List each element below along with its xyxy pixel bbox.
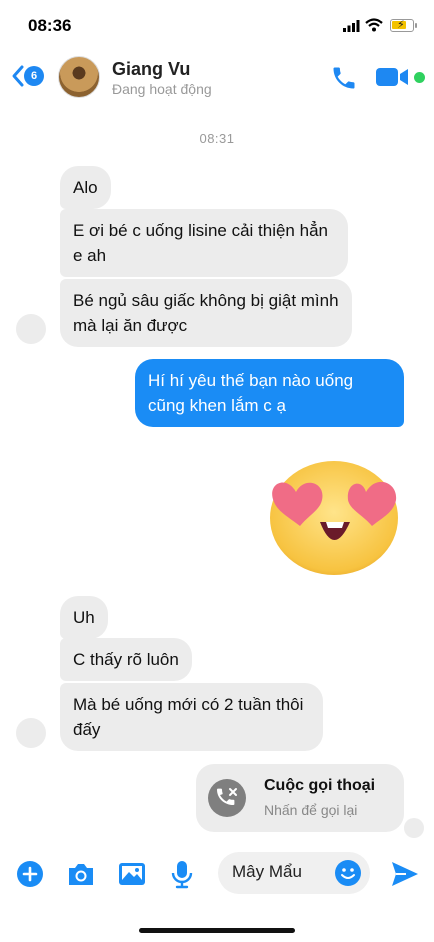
- contact-name[interactable]: Giang Vu: [112, 59, 190, 80]
- message-timestamp: 08:31: [199, 131, 235, 146]
- incoming-message[interactable]: Uh: [60, 596, 108, 639]
- online-indicator: [414, 72, 425, 83]
- battery-icon: ⚡: [390, 19, 417, 32]
- incoming-message[interactable]: C thấy rõ luôn: [60, 638, 192, 681]
- call-card-title: Cuộc gọi thoại: [264, 777, 376, 794]
- incoming-message[interactable]: E ơi bé c uống lisine cải thiện hẳn e ah: [60, 209, 348, 277]
- camera-icon[interactable]: [66, 860, 96, 888]
- cellular-signal-icon: [343, 20, 360, 32]
- incoming-message[interactable]: Bé ngủ sâu giấc không bị giật mình mà lạ…: [60, 279, 352, 347]
- incoming-message[interactable]: Mà bé uống mới có 2 tuần thôi đấy: [60, 683, 323, 751]
- sender-avatar: [16, 314, 46, 344]
- smile-icon[interactable]: [334, 859, 362, 887]
- call-card-subtitle: Nhấn để gọi lại: [264, 802, 358, 818]
- message-input-text: Mây Mẩu: [232, 862, 302, 881]
- video-call-icon[interactable]: [376, 66, 410, 88]
- presence-status: Đang hoạt động: [112, 81, 212, 97]
- outgoing-message[interactable]: Hí hí yêu thế bạn nào uống cũng khen lắm…: [135, 359, 404, 427]
- wifi-icon: [365, 18, 383, 32]
- send-icon[interactable]: [390, 860, 420, 888]
- read-receipt-avatar: [404, 818, 424, 838]
- sender-avatar: [16, 718, 46, 748]
- missed-call-icon: [208, 779, 246, 817]
- chat-header: 6 Giang Vu Đang hoạt động: [0, 52, 434, 106]
- unread-badge: 6: [24, 66, 44, 86]
- contact-avatar[interactable]: [58, 56, 100, 98]
- missed-call-card[interactable]: Cuộc gọi thoại Nhấn để gọi lại: [196, 764, 404, 832]
- home-indicator: [139, 928, 295, 933]
- image-icon[interactable]: [117, 860, 147, 888]
- phone-call-icon[interactable]: [330, 64, 358, 92]
- back-button[interactable]: 6: [10, 64, 44, 88]
- message-composer: Mây Mẩu: [0, 846, 434, 902]
- message-input[interactable]: Mây Mẩu: [218, 852, 370, 894]
- heart-eyes-emoji-sticker[interactable]: [266, 454, 404, 578]
- microphone-icon[interactable]: [170, 860, 194, 890]
- status-bar: 08:36 ⚡: [0, 0, 434, 52]
- incoming-message[interactable]: Alo: [60, 166, 111, 209]
- plus-icon[interactable]: [16, 860, 44, 888]
- status-time: 08:36: [28, 16, 72, 35]
